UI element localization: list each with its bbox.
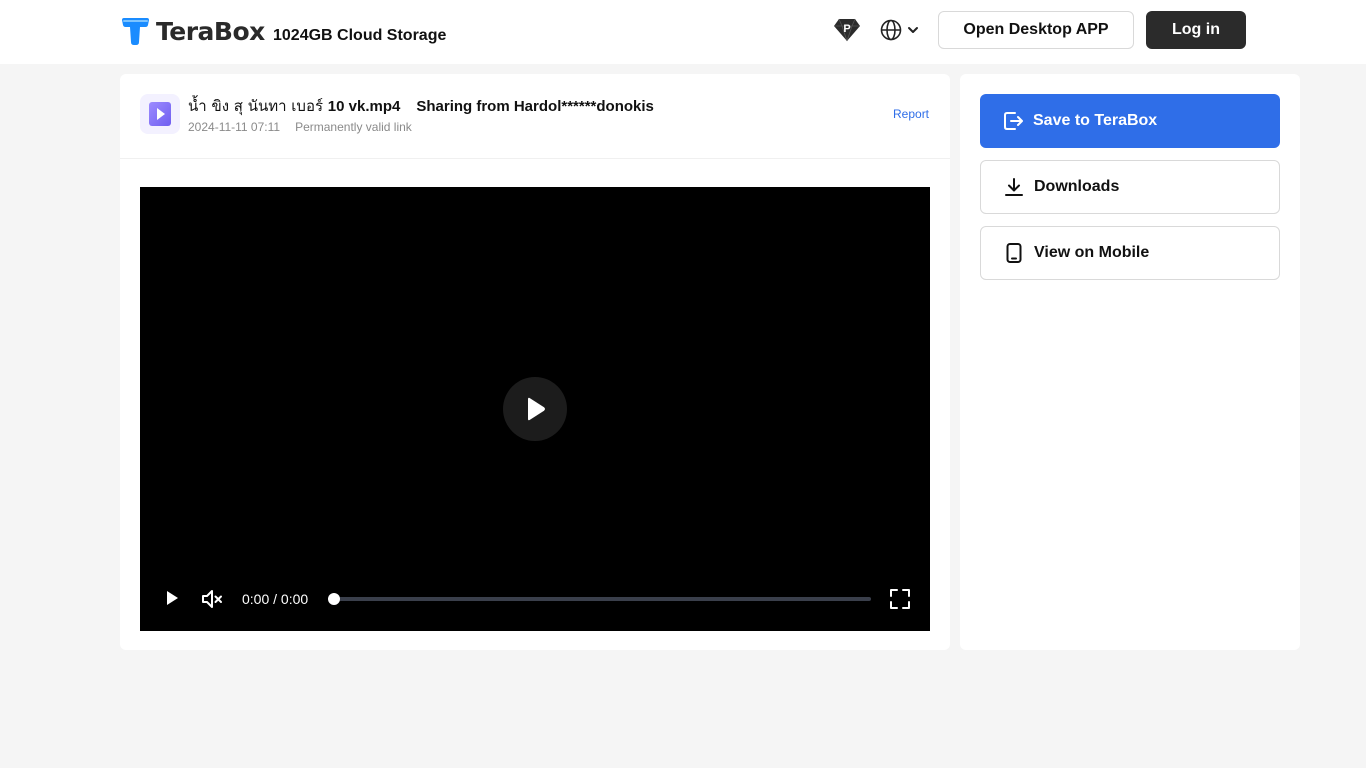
globe-icon: [880, 19, 902, 41]
play-icon: [528, 397, 545, 421]
terabox-logo-icon: [122, 17, 149, 45]
player-controls: 0:00 / 0:00: [140, 583, 930, 615]
downloads-button[interactable]: Downloads: [980, 160, 1280, 214]
video-file-icon: [140, 94, 180, 134]
mobile-phone-icon: [1003, 242, 1025, 264]
progress-bar[interactable]: [328, 593, 871, 605]
terabox-logo[interactable]: TeraBox: [120, 16, 265, 46]
file-title: น้ำ ขิง สุ นันทา เบอร์ 10 vk.mp4 Sharing …: [188, 94, 654, 118]
file-preview-card: น้ำ ขิง สุ นันทา เบอร์ 10 vk.mp4 Sharing …: [120, 74, 950, 650]
fullscreen-icon[interactable]: [888, 587, 912, 611]
brand-name: TeraBox: [156, 16, 265, 46]
chevron-down-icon: [908, 27, 918, 33]
save-to-terabox-label: Save to TeraBox: [1033, 112, 1158, 129]
save-icon: [1002, 110, 1024, 132]
report-link[interactable]: Report: [893, 107, 929, 121]
muted-volume-icon[interactable]: [200, 587, 224, 611]
play-icon[interactable]: [164, 589, 180, 607]
downloads-label: Downloads: [1034, 178, 1120, 195]
login-button[interactable]: Log in: [1146, 11, 1246, 49]
diamond-p-icon[interactable]: P: [833, 18, 861, 42]
action-panel: Save to TeraBox Downloads View on Mobile: [960, 74, 1300, 650]
view-on-mobile-button[interactable]: View on Mobile: [980, 226, 1280, 280]
view-on-mobile-label: View on Mobile: [1034, 244, 1150, 261]
open-desktop-app-button[interactable]: Open Desktop APP: [938, 11, 1134, 49]
progress-knob[interactable]: [328, 593, 340, 605]
video-player[interactable]: 0:00 / 0:00: [140, 187, 930, 631]
big-play-button[interactable]: [503, 377, 567, 441]
file-name-thai: น้ำ ขิง สุ นันทา เบอร์: [188, 97, 328, 115]
file-info-header: น้ำ ขิง สุ นันทา เบอร์ 10 vk.mp4 Sharing …: [120, 74, 950, 159]
top-header: TeraBox 1024GB Cloud Storage P Open Desk…: [0, 0, 1366, 64]
tagline: 1024GB Cloud Storage: [273, 27, 447, 44]
file-name-suffix: 10 vk.mp4: [327, 98, 401, 115]
svg-text:P: P: [843, 23, 850, 35]
language-selector[interactable]: [880, 19, 920, 41]
time-display: 0:00 / 0:00: [242, 591, 309, 607]
sharing-info: Sharing from Hardol******donokis: [416, 98, 654, 115]
download-icon: [1003, 176, 1025, 198]
save-to-terabox-button[interactable]: Save to TeraBox: [980, 94, 1280, 148]
file-meta: 2024-11-11 07:11 Permanently valid link: [188, 120, 412, 134]
share-date: 2024-11-11 07:11: [188, 120, 281, 134]
link-validity: Permanently valid link: [295, 120, 412, 134]
